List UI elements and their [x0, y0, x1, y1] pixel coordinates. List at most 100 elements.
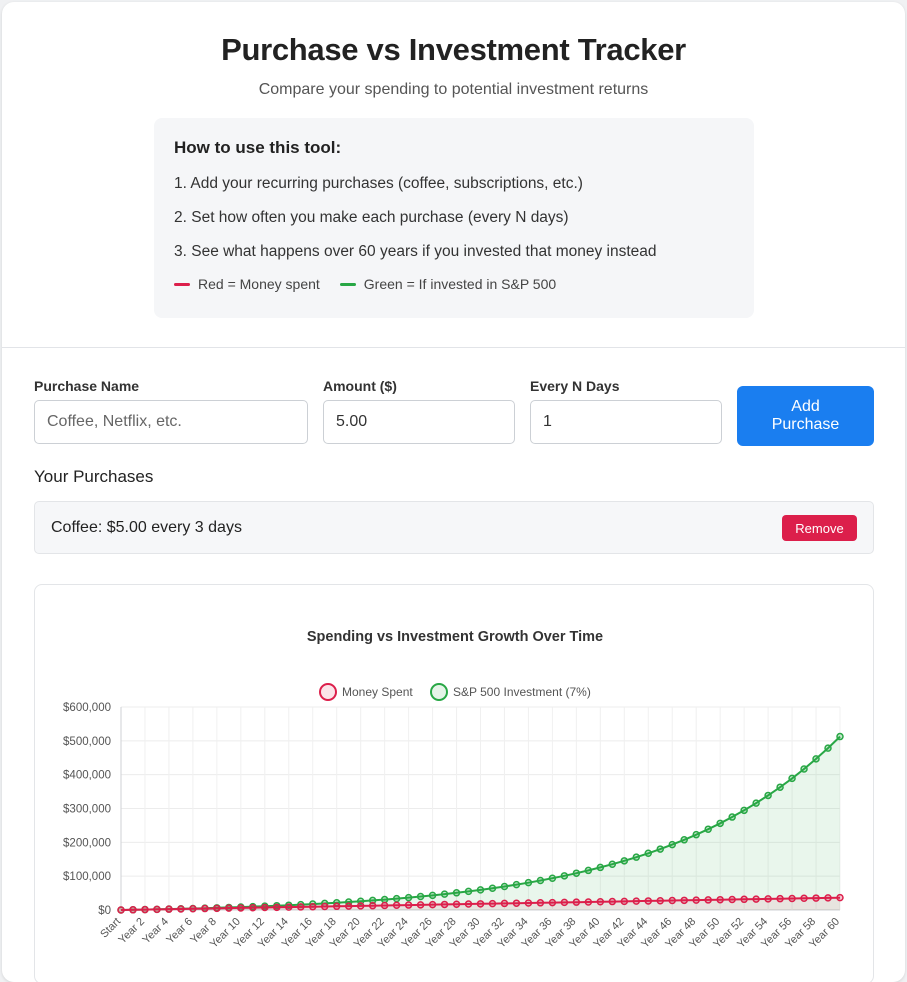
data-point	[153, 905, 161, 914]
data-point	[812, 894, 820, 902]
y-tick-label: $100,000	[63, 871, 111, 883]
data-point	[572, 898, 581, 906]
data-point	[680, 836, 688, 844]
add-purchase-button[interactable]: Add Purchase	[737, 386, 874, 446]
purchase-name-input[interactable]	[34, 400, 308, 444]
data-point	[476, 886, 485, 894]
data-point	[788, 894, 796, 903]
data-point	[548, 898, 557, 907]
data-point	[668, 840, 676, 849]
x-tick-label: Year 2	[116, 916, 147, 947]
data-point	[716, 819, 724, 828]
add-purchase-form: Purchase Name Amount ($) Every N Days Ad…	[34, 378, 874, 448]
purchase-list-item: Coffee: $5.00 every 3 days Remove	[34, 501, 874, 554]
remove-purchase-button[interactable]: Remove	[782, 515, 857, 541]
how-to-step-1: 1. Add your recurring purchases (coffee,…	[174, 175, 583, 192]
data-point	[428, 900, 437, 909]
days-input[interactable]	[530, 400, 722, 444]
data-point	[572, 869, 581, 877]
data-point	[308, 902, 317, 911]
data-point	[392, 901, 401, 910]
data-point	[548, 874, 557, 882]
data-point	[213, 904, 221, 913]
data-point	[380, 901, 389, 910]
growth-chart: Spending vs Investment Growth Over Time M…	[63, 629, 844, 951]
legend-swatch-0	[319, 683, 337, 701]
purchase-item-text: Coffee: $5.00 every 3 days	[51, 519, 242, 536]
data-point	[237, 904, 245, 912]
data-point	[692, 830, 700, 839]
data-point	[740, 806, 748, 815]
data-point	[584, 866, 593, 875]
data-point	[608, 897, 617, 906]
data-point	[440, 890, 449, 898]
data-point	[608, 860, 617, 868]
app-container: Purchase vs Investment Tracker Compare y…	[2, 2, 905, 982]
data-point	[392, 894, 401, 903]
data-point	[500, 882, 509, 891]
how-to-legend: Red = Money spent Green = If invested in…	[174, 276, 734, 292]
legend-label-0: Money Spent	[342, 685, 413, 699]
data-point	[632, 897, 641, 905]
data-point	[368, 901, 377, 910]
data-point	[189, 905, 197, 913]
data-point	[656, 896, 664, 905]
data-point	[824, 894, 832, 902]
data-point	[680, 896, 688, 905]
data-point	[380, 895, 389, 904]
data-point	[836, 732, 844, 741]
green-line-swatch	[339, 282, 356, 286]
data-point	[704, 896, 712, 904]
data-point	[728, 895, 736, 904]
data-point	[141, 905, 149, 914]
data-point	[812, 755, 820, 763]
data-point	[644, 849, 653, 858]
data-point	[764, 791, 772, 800]
data-point	[344, 902, 353, 910]
how-to-panel: How to use this tool: 1. Add your recurr…	[154, 118, 754, 318]
data-point	[500, 899, 509, 908]
legend-green-item: Green = If invested in S&P 500	[339, 276, 557, 292]
data-point	[129, 906, 137, 914]
data-point	[596, 863, 605, 872]
y-tick-label: $0	[98, 905, 111, 917]
days-label: Every N Days	[530, 378, 620, 394]
data-point	[404, 893, 413, 902]
y-tick-label: $200,000	[63, 837, 111, 849]
data-point	[800, 765, 808, 773]
data-point	[249, 903, 257, 912]
header-section: Purchase vs Investment Tracker Compare y…	[2, 2, 905, 348]
data-point	[297, 903, 305, 911]
how-to-step-2: 2. Set how often you make each purchase …	[174, 209, 569, 226]
data-point	[512, 899, 521, 907]
legend-label-1: S&P 500 Investment (7%)	[453, 685, 591, 699]
data-point	[668, 896, 676, 905]
page-title: Purchase vs Investment Tracker	[221, 32, 686, 67]
red-line-swatch	[174, 282, 190, 286]
data-point	[752, 895, 760, 903]
data-point	[452, 900, 461, 908]
page-subtitle: Compare your spending to potential inves…	[258, 81, 649, 98]
data-point	[692, 896, 700, 904]
amount-input[interactable]	[323, 400, 515, 444]
legend-green-label: Green = If invested in S&P 500	[363, 276, 557, 292]
data-point	[800, 894, 808, 903]
data-point	[416, 901, 425, 909]
y-tick-label: $600,000	[63, 702, 111, 714]
data-point	[740, 895, 748, 904]
data-point	[273, 903, 281, 912]
data-point	[404, 901, 413, 909]
data-point	[117, 906, 125, 914]
data-point	[752, 799, 760, 807]
data-point	[165, 905, 173, 913]
data-point	[836, 893, 844, 902]
data-point	[285, 903, 293, 911]
data-point	[596, 898, 605, 906]
data-point	[644, 897, 653, 905]
purchase-name-label: Purchase Name	[34, 378, 140, 394]
data-point	[620, 897, 629, 906]
data-point	[332, 902, 341, 911]
data-point	[356, 902, 365, 910]
data-point	[476, 900, 485, 908]
data-point	[704, 825, 712, 833]
